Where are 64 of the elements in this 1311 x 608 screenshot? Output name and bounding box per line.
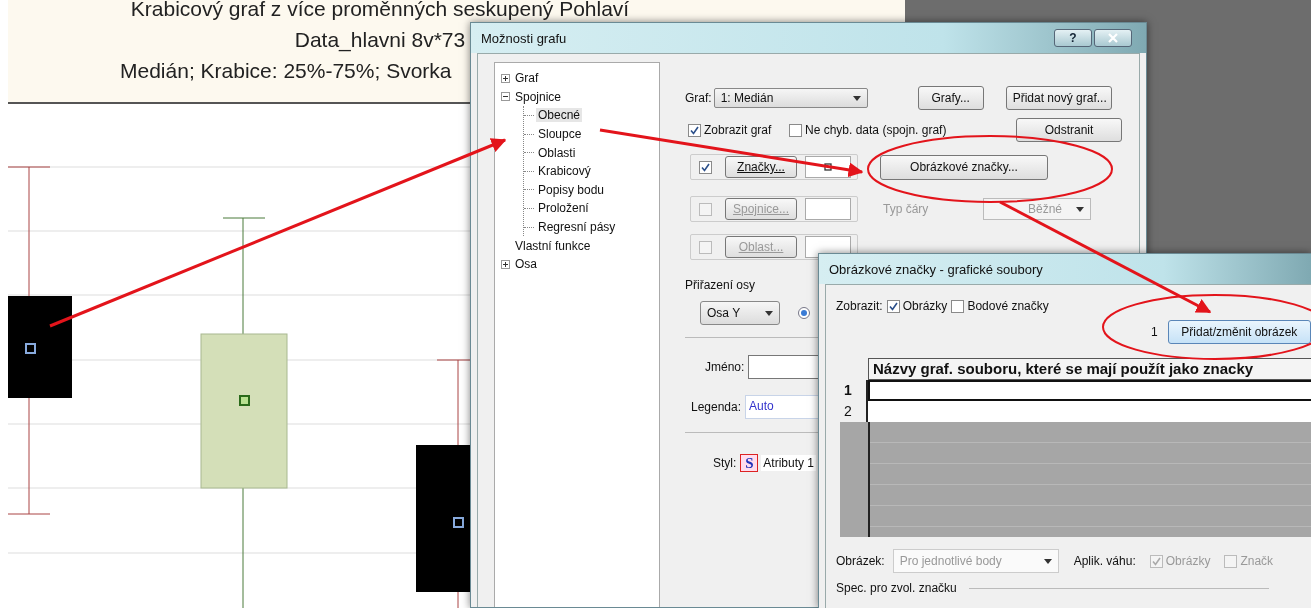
caret-icon: [852, 95, 861, 101]
checkbox-label: Bodové značky: [967, 299, 1049, 313]
field-label: Legenda:: [691, 400, 742, 414]
checkbox[interactable]: [699, 160, 712, 174]
style-value: Atributy 1: [761, 455, 817, 471]
field-label: Styl:: [713, 456, 737, 470]
window-title: Možnosti grafu: [481, 30, 567, 46]
image-markers-button[interactable]: Obrázkové značky...: [880, 154, 1048, 180]
field-label: Aplik. váhu:: [1073, 554, 1136, 568]
chart-title: Medián; Krabice: 25%-75%; Svorka: [120, 58, 452, 84]
window-title: Obrázkové značky - grafické soubory: [829, 261, 1043, 277]
element-button[interactable]: Značky...: [725, 156, 797, 178]
field-label: Jméno:: [705, 360, 745, 374]
checkbox[interactable]: [789, 123, 802, 137]
expand-icon[interactable]: [501, 259, 510, 269]
tree-item[interactable]: Obecné: [536, 108, 583, 123]
add-graph-button[interactable]: Přidat nový graf...: [1005, 86, 1112, 110]
close-button[interactable]: [1094, 29, 1132, 47]
tree-item[interactable]: Proložení: [536, 201, 591, 216]
change-image-button[interactable]: Přidat/změnit obrázek: [1167, 320, 1311, 344]
field-label: Typ čáry: [883, 202, 930, 216]
tree-item[interactable]: Spojnice: [513, 89, 564, 104]
checkbox[interactable]: [886, 299, 900, 313]
tree-item[interactable]: Sloupce: [536, 127, 584, 142]
table-cell[interactable]: [868, 380, 1311, 401]
tree-item[interactable]: Graf: [513, 71, 541, 86]
close-icon: [1108, 33, 1118, 43]
tree-item[interactable]: Oblasti: [536, 145, 578, 160]
caret-icon: [1076, 206, 1084, 212]
section-label: Přiřazení osy: [685, 278, 756, 292]
checkbox[interactable]: [688, 123, 701, 137]
remove-button[interactable]: Odstranit: [1016, 118, 1122, 142]
checkbox-label: Značk: [1240, 554, 1274, 568]
field-label: Zobrazit:: [836, 299, 883, 313]
checkbox-label: Ne chyb. data (spojn. graf): [805, 123, 947, 137]
tree-item[interactable]: Popisy bodu: [536, 182, 607, 197]
section-label: Spec. pro zvol. značku: [836, 581, 957, 595]
graphs-button[interactable]: Grafy...: [917, 86, 984, 110]
style-icon[interactable]: S: [740, 454, 759, 472]
radio-button[interactable]: [798, 307, 810, 319]
chart-title: Krabicový graf z více proměnných seskupený Pohlaví: [130, 0, 630, 22]
chart-title: Data_hlavni 8v*73: [294, 27, 466, 54]
checkbox-label: Obrázky: [902, 299, 948, 313]
dropdown[interactable]: Osa Y: [700, 301, 780, 325]
checkbox[interactable]: [951, 299, 965, 313]
table-cell[interactable]: [868, 401, 1311, 422]
tree-item[interactable]: Vlastní funkce: [513, 238, 593, 253]
marker-icon: [824, 163, 832, 171]
dropdown[interactable]: 1: Medián: [713, 88, 868, 108]
color-swatch[interactable]: [805, 198, 851, 220]
count-label: 1: [1151, 325, 1158, 339]
help-button[interactable]: ?: [1054, 29, 1092, 47]
caret-icon: [1043, 558, 1052, 564]
checkbox-label: Obrázky: [1165, 554, 1211, 568]
tree-item[interactable]: Krabicový: [536, 164, 593, 179]
checkbox-label: Zobrazit graf: [704, 123, 772, 137]
tree-item[interactable]: Osa: [513, 257, 539, 272]
caret-icon: [765, 310, 773, 316]
field-label: Graf:: [685, 91, 712, 105]
field-label: Obrázek:: [836, 554, 885, 568]
collapse-icon[interactable]: [501, 92, 510, 102]
expand-icon[interactable]: [501, 73, 510, 83]
column-header: Názvy graf. souboru, které se mají použít jako znacky: [868, 358, 1311, 380]
tree-item[interactable]: Regresní pásy: [536, 220, 618, 235]
